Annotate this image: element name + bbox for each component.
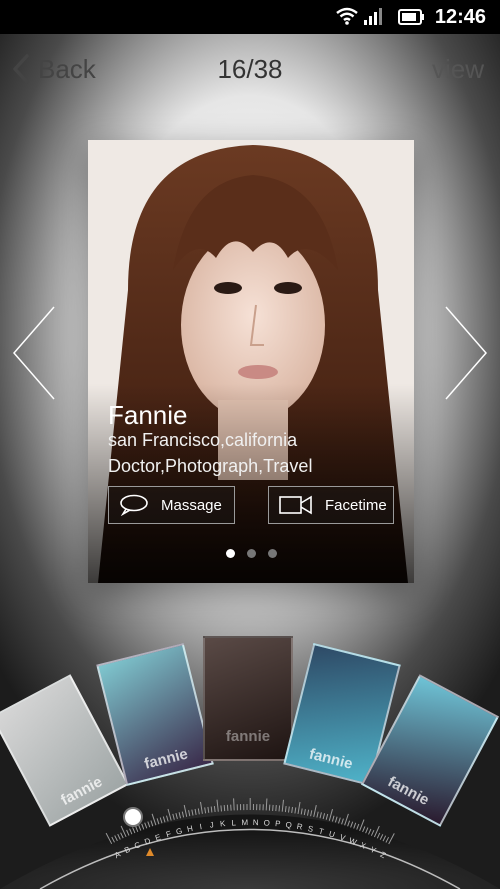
dial-tick (294, 807, 297, 814)
alphabet-dial[interactable]: ABCDEFGHIJKLMNOPQRSTUVWXYZ (0, 780, 500, 889)
profile-name: Fannie (108, 400, 188, 430)
dial-tick (220, 805, 222, 812)
facetime-label: Facetime (325, 496, 387, 514)
dial-tick (210, 806, 213, 813)
message-button[interactable]: Massage (108, 486, 235, 524)
dial-tick (310, 810, 313, 817)
dial-tick (344, 813, 349, 826)
dial-tick (307, 809, 310, 816)
dial-letter[interactable]: M (241, 818, 248, 827)
dial-knob[interactable] (123, 807, 143, 827)
dial-tick (334, 816, 338, 823)
dial-tick (188, 810, 191, 817)
wifi-icon (336, 7, 358, 25)
message-label: Massage (161, 496, 222, 514)
profile-card[interactable]: Fannie san Francisco,california Doctor,P… (88, 140, 414, 583)
dial-letter[interactable]: Q (285, 820, 292, 830)
dial-tick (191, 809, 194, 816)
dial-tick (223, 805, 226, 812)
dial-tick (316, 811, 319, 818)
dial-tick (204, 807, 207, 814)
thumbnail-caption: fannie (307, 745, 355, 773)
dial-tick (265, 798, 268, 811)
dial-tick (313, 804, 317, 818)
battery-icon (398, 9, 424, 25)
status-bar: 12:46 (0, 0, 500, 34)
dial-tick (178, 812, 181, 819)
profile-location: san Francisco,california (108, 430, 298, 450)
thumbnail-caption: fannie (225, 728, 271, 745)
dial-tick (322, 813, 326, 820)
dial-tick (159, 817, 163, 824)
dial-tick (341, 818, 344, 825)
dial-tick (156, 818, 160, 825)
dial-tick (216, 799, 219, 812)
dial-tick (347, 820, 351, 827)
dial-tick (200, 801, 203, 814)
dial-tick (197, 808, 200, 815)
dial-tick (167, 808, 172, 821)
header: Back 16/38 view (0, 34, 500, 104)
next-arrow-icon[interactable] (444, 305, 488, 401)
dial-tick (226, 804, 229, 811)
speech-bubble-icon (120, 494, 148, 516)
dial-tick (162, 816, 166, 823)
dial-tick (325, 813, 329, 820)
dial-tick (172, 813, 175, 820)
pagination-dot[interactable] (225, 549, 235, 558)
dial-tick (151, 813, 157, 826)
pagination-dot[interactable] (246, 549, 256, 558)
video-camera-icon (279, 495, 312, 515)
dial-tick (233, 798, 235, 811)
signal-icon (364, 8, 382, 25)
dial-tick (331, 815, 335, 822)
pagination-dots (88, 549, 414, 558)
dial-tick (147, 821, 151, 828)
dial-letter[interactable]: P (275, 819, 281, 828)
dial-tick (278, 805, 281, 812)
dial-tick (297, 801, 301, 814)
dial-tick (350, 821, 354, 828)
dial-tick (291, 806, 293, 813)
dial-tick (300, 808, 303, 815)
dial-tick (288, 806, 290, 813)
pagination-dot[interactable] (267, 549, 277, 558)
dial-tick (275, 805, 277, 812)
dial-tick (194, 808, 197, 815)
dial-tick (150, 820, 154, 827)
dial-tick (328, 808, 333, 821)
view-button[interactable]: view (432, 54, 484, 85)
dial-tick (166, 815, 169, 822)
page-counter: 16/38 (217, 54, 283, 84)
dial-tick (183, 804, 188, 817)
dial-letter[interactable]: O (263, 818, 270, 827)
dial-tick (213, 806, 216, 813)
thumbnail-caption: fannie (142, 745, 190, 773)
dial-tick (319, 812, 322, 819)
previous-arrow-icon[interactable] (12, 305, 56, 401)
dial-tick (181, 811, 185, 818)
dial-tick (281, 799, 284, 812)
dial-tick (284, 806, 287, 813)
thumbnail[interactable]: fannie (203, 636, 293, 761)
dial-tick (272, 804, 274, 811)
facetime-button[interactable]: Facetime (268, 486, 394, 524)
status-time: 12:46 (434, 6, 486, 28)
dial-tick (338, 817, 341, 824)
dial-tick (207, 806, 210, 813)
dial-letter[interactable]: N (253, 818, 259, 827)
dial-tick (175, 812, 178, 820)
dial-tick (303, 809, 306, 816)
profile-interests: Doctor,Photograph,Travel (108, 456, 313, 476)
